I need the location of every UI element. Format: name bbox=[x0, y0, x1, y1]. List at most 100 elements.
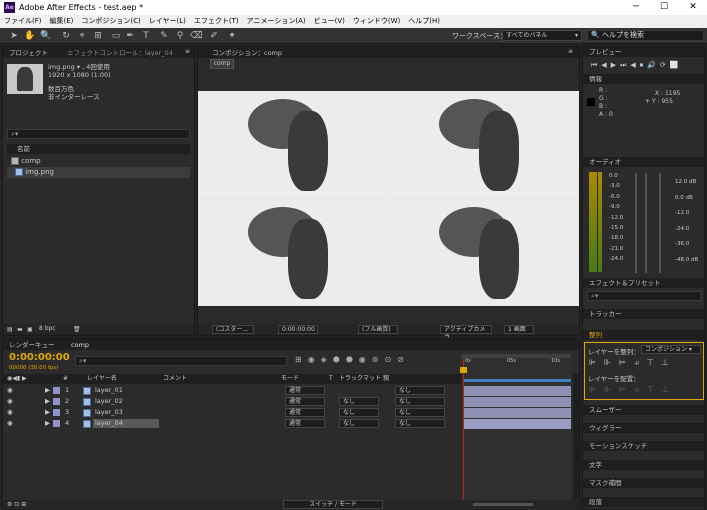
menu-composition[interactable]: コンポジション(C) bbox=[77, 15, 144, 28]
resolution-dropdown[interactable]: (フル画質) bbox=[358, 325, 398, 334]
trash-icon[interactable]: 🗑 bbox=[73, 326, 81, 333]
selection-tool-icon[interactable]: ➤ bbox=[8, 30, 20, 42]
audio-header[interactable]: オーディオ bbox=[583, 157, 704, 167]
timeline-zoom-slider[interactable] bbox=[473, 503, 533, 506]
roto-brush-tool-icon[interactable]: ✐ bbox=[208, 30, 220, 42]
tab-project[interactable]: プロジェクト bbox=[9, 48, 48, 58]
workspace-dropdown[interactable]: すべてのパネル ▾ bbox=[502, 30, 582, 41]
layer-row[interactable]: ◉ ▶ 4 layer_04 通常 なし なし bbox=[3, 418, 461, 429]
close-button[interactable]: ✕ bbox=[679, 0, 707, 15]
camera-dropdown[interactable]: アクティブカメラ bbox=[440, 325, 492, 341]
menu-layer[interactable]: レイヤー(L) bbox=[145, 15, 190, 28]
layer-name[interactable]: layer_01 bbox=[95, 385, 123, 396]
layer-trkmat-dropdown[interactable]: なし bbox=[339, 397, 379, 406]
layer-name[interactable]: layer_03 bbox=[95, 407, 123, 418]
layer-parent-dropdown[interactable]: なし bbox=[395, 419, 445, 428]
distribute-buttons[interactable]: ⊫⊪⊨⫣⊤⊥ bbox=[589, 385, 677, 395]
audio-slider[interactable] bbox=[645, 173, 647, 273]
layer-name[interactable]: layer_04 bbox=[93, 419, 159, 428]
timeline-timecode[interactable]: 0:00:00:00 bbox=[9, 352, 70, 363]
pan-behind-tool-icon[interactable]: ⊞ bbox=[92, 30, 104, 42]
motion-sketch-header[interactable]: モーションスケッチ bbox=[583, 441, 704, 451]
timeline-switch-buttons[interactable]: ⊞◉◈⬢⬣◉⊚⊙⊘ bbox=[295, 355, 410, 364]
bpc-label[interactable]: 8 bpc bbox=[39, 325, 56, 332]
preview-header[interactable]: プレビュー bbox=[583, 47, 704, 57]
mask-interp-header[interactable]: マスク補間 bbox=[583, 478, 704, 488]
preview-controls[interactable]: ⏮◀▶⏭◀⏹🔊⟳⬜ bbox=[591, 61, 683, 70]
pen-tool-icon[interactable]: ✒ bbox=[124, 30, 136, 42]
menu-window[interactable]: ウィンドウ(W) bbox=[349, 15, 404, 28]
comp-viewer[interactable] bbox=[198, 91, 579, 306]
layer-mode-dropdown[interactable]: 通常 bbox=[285, 419, 325, 428]
menu-edit[interactable]: 編集(E) bbox=[46, 15, 78, 28]
audio-slider[interactable] bbox=[659, 173, 661, 273]
camera-tool-icon[interactable]: ⌖ bbox=[76, 30, 88, 42]
layer-duration-bar[interactable] bbox=[463, 386, 571, 396]
new-folder-icon[interactable]: ▬ bbox=[17, 326, 23, 333]
effects-header[interactable]: エフェクト＆プリセット bbox=[583, 278, 704, 288]
layer-trkmat-dropdown[interactable]: なし bbox=[339, 408, 379, 417]
menu-file[interactable]: ファイル(F) bbox=[0, 15, 46, 28]
eraser-tool-icon[interactable]: ⌫ bbox=[190, 30, 203, 42]
layer-row[interactable]: ◉ ▶ 3 layer_03 通常 なし なし bbox=[3, 407, 461, 418]
twirl-icon[interactable]: ▶ bbox=[45, 396, 50, 407]
info-header[interactable]: 情報 bbox=[583, 74, 704, 84]
layer-parent-dropdown[interactable]: なし bbox=[395, 386, 445, 395]
project-name-column[interactable]: 名前 bbox=[7, 144, 190, 154]
switches-modes-toggle[interactable]: スイッチ / モード bbox=[283, 500, 383, 509]
label-color-swatch[interactable] bbox=[53, 409, 60, 416]
label-color-swatch[interactable] bbox=[53, 398, 60, 405]
visibility-eye-icon[interactable]: ◉ bbox=[7, 407, 13, 418]
label-color-swatch[interactable] bbox=[53, 387, 60, 394]
project-search-input[interactable]: ⌕▾ bbox=[7, 129, 190, 139]
magnification-dropdown[interactable]: (コスター... bbox=[212, 325, 254, 334]
maximize-button[interactable]: ☐ bbox=[650, 0, 678, 15]
twirl-icon[interactable]: ▶ bbox=[45, 418, 50, 429]
twirl-icon[interactable]: ▶ bbox=[45, 385, 50, 396]
timeline-graph[interactable]: 0s 05s 10s bbox=[460, 353, 571, 501]
project-item-img[interactable]: img.png bbox=[7, 167, 190, 178]
layer-duration-bar[interactable] bbox=[463, 397, 571, 407]
timeline-scrollbar[interactable] bbox=[573, 374, 579, 499]
playhead-handle-icon[interactable] bbox=[460, 367, 467, 373]
twirl-icon[interactable]: ▶ bbox=[45, 407, 50, 418]
effects-search-input[interactable]: ⌕▾ bbox=[587, 291, 701, 301]
menu-help[interactable]: ヘルプ(H) bbox=[404, 15, 444, 28]
layer-parent-dropdown[interactable]: なし bbox=[395, 408, 445, 417]
paragraph-header[interactable]: 段落 bbox=[583, 497, 704, 507]
tracker-header[interactable]: トラッカー bbox=[583, 309, 704, 319]
playhead[interactable] bbox=[463, 359, 464, 501]
character-header[interactable]: 文字 bbox=[583, 460, 704, 470]
hand-tool-icon[interactable]: ✋ bbox=[24, 30, 36, 42]
tab-render-queue[interactable]: レンダーキュー bbox=[9, 340, 55, 350]
layer-mode-dropdown[interactable]: 通常 bbox=[285, 397, 325, 406]
comp-flowchart-button[interactable]: comp bbox=[210, 59, 234, 69]
project-item-comp[interactable]: comp bbox=[7, 156, 190, 167]
menu-effect[interactable]: エフェクト(T) bbox=[190, 15, 243, 28]
brush-tool-icon[interactable]: ✎ bbox=[158, 30, 170, 42]
timeline-search-input[interactable]: ⌕▾ bbox=[75, 356, 287, 366]
panel-menu-icon[interactable]: ≡ bbox=[185, 48, 190, 55]
layer-row[interactable]: ◉ ▶ 2 layer_02 通常 なし なし bbox=[3, 396, 461, 407]
interpret-footage-icon[interactable]: ▤ bbox=[7, 326, 13, 333]
type-tool-icon[interactable]: T bbox=[140, 30, 152, 42]
visibility-eye-icon[interactable]: ◉ bbox=[7, 396, 13, 407]
audio-slider[interactable] bbox=[635, 173, 637, 273]
layer-mode-dropdown[interactable]: 通常 bbox=[285, 408, 325, 417]
current-time[interactable]: 0:00:00:00 bbox=[278, 325, 318, 334]
layer-mode-dropdown[interactable]: 通常 bbox=[285, 386, 325, 395]
tab-comp-timeline[interactable]: comp bbox=[71, 340, 89, 350]
rotate-tool-icon[interactable]: ↻ bbox=[60, 30, 72, 42]
smoother-header[interactable]: スムーザー bbox=[583, 405, 704, 415]
label-color-swatch[interactable] bbox=[53, 420, 60, 427]
help-search-input[interactable]: 🔍 ヘルプを検索 bbox=[587, 30, 704, 41]
layer-duration-bar[interactable] bbox=[463, 408, 571, 418]
align-buttons[interactable]: ⊫⊪⊨⫣⊤⊥ bbox=[589, 358, 677, 368]
layer-name[interactable]: layer_02 bbox=[95, 396, 123, 407]
rectangle-tool-icon[interactable]: ▭ bbox=[110, 30, 122, 42]
tab-effect-controls[interactable]: エフェクトコントロール：layer_04 bbox=[67, 48, 173, 58]
work-area-bar[interactable] bbox=[463, 379, 571, 382]
menu-view[interactable]: ビュー(V) bbox=[310, 15, 349, 28]
clone-stamp-tool-icon[interactable]: ⚲ bbox=[174, 30, 186, 42]
visibility-eye-icon[interactable]: ◉ bbox=[7, 418, 13, 429]
